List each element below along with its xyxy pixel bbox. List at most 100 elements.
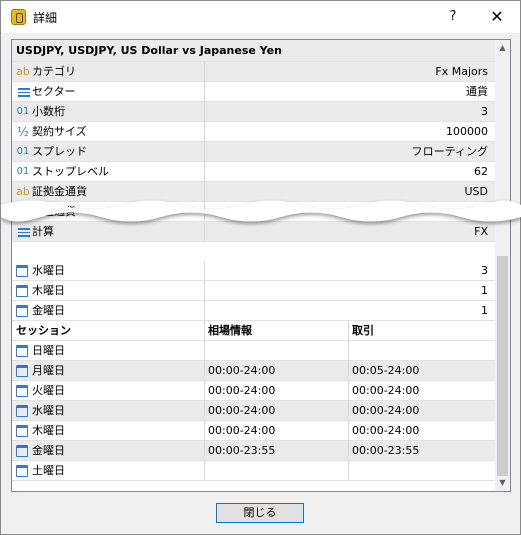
day-value: 1: [481, 284, 488, 297]
integer-icon: 01: [16, 106, 30, 117]
session-quotes: [208, 461, 348, 481]
property-row[interactable]: ab カテゴリ Fx Majors: [12, 62, 495, 82]
calendar-icon: [16, 305, 28, 317]
list-icon: [15, 222, 31, 242]
session-quotes: 00:00-24:00: [208, 404, 276, 417]
text-icon: ab: [16, 205, 30, 218]
property-label: ストップレベル: [32, 165, 109, 178]
scrollbar-thumb[interactable]: [497, 256, 508, 476]
session-header-row: セッション 相場情報 取引: [12, 321, 495, 341]
day-label: 木曜日: [32, 284, 65, 297]
session-row[interactable]: 日曜日: [12, 341, 495, 361]
session-row[interactable]: 月曜日 00:00-24:00 00:05-24:00: [12, 361, 495, 381]
quotes-header: 相場情報: [208, 324, 252, 337]
property-row[interactable]: 01 小数桁 3: [12, 102, 495, 122]
session-day: 土曜日: [32, 464, 65, 477]
property-value: 3: [481, 105, 488, 118]
integer-icon: 01: [16, 146, 30, 157]
scroll-down-icon[interactable]: ▼: [495, 475, 510, 491]
session-trade: 00:05-24:00: [352, 364, 420, 377]
session-trade: 00:00-24:00: [352, 404, 420, 417]
property-value: フローティング: [411, 145, 488, 158]
property-row[interactable]: ½ 契約サイズ 100000: [12, 122, 495, 142]
property-label: カテゴリ: [32, 65, 76, 78]
property-row[interactable]: 計算 FX: [12, 222, 495, 242]
property-value: 62: [474, 165, 488, 178]
fraction-icon: ½: [17, 125, 29, 139]
symbol-title: USDJPY, USDJPY, US Dollar vs Japanese Ye…: [16, 44, 282, 57]
session-header: セッション: [16, 324, 71, 337]
property-row[interactable]: 01 ストップレベル 62: [12, 162, 495, 182]
text-icon: ab: [16, 65, 30, 78]
session-day: 木曜日: [32, 424, 65, 437]
list-icon: [15, 82, 31, 102]
symbol-title-row: USDJPY, USDJPY, US Dollar vs Japanese Ye…: [12, 40, 495, 62]
property-row[interactable]: セクター 通貨: [12, 82, 495, 102]
session-day: 日曜日: [32, 344, 65, 357]
property-label: 計算: [32, 225, 54, 238]
close-window-button[interactable]: ✕: [475, 3, 519, 31]
session-trade: 00:00-24:00: [352, 384, 420, 397]
scroll-up-icon[interactable]: ▲: [495, 40, 510, 56]
help-button[interactable]: ?: [433, 3, 473, 31]
session-trade: 00:00-23:55: [352, 444, 420, 457]
session-quotes: 00:00-24:00: [208, 384, 276, 397]
calendar-icon: [16, 345, 28, 357]
swap-day-row[interactable]: 水曜日 3: [12, 261, 495, 281]
calendar-icon: [16, 425, 28, 437]
property-value: JPY: [471, 205, 488, 218]
property-value: Fx Majors: [435, 65, 488, 78]
property-value: USD: [464, 185, 488, 198]
trade-header: 取引: [352, 324, 374, 337]
title-bar: 詳細 ? ✕: [1, 1, 520, 33]
property-row[interactable]: ab 証拠金通貨 USD: [12, 182, 495, 202]
details-list: USDJPY, USDJPY, US Dollar vs Japanese Ye…: [11, 39, 511, 492]
swap-day-row[interactable]: 木曜日 1: [12, 281, 495, 301]
details-dialog: 詳細 ? ✕ USDJPY, USDJPY, US Dollar vs Japa…: [0, 0, 521, 535]
calendar-icon: [16, 445, 28, 457]
property-value: 100000: [446, 125, 488, 138]
property-label: スプレッド: [32, 145, 87, 158]
session-row[interactable]: 木曜日 00:00-24:00 00:00-24:00: [12, 421, 495, 441]
property-label: 契約サイズ: [32, 125, 87, 138]
day-label: 水曜日: [32, 264, 65, 277]
session-row[interactable]: 水曜日 00:00-24:00 00:00-24:00: [12, 401, 495, 421]
session-quotes: [208, 341, 348, 361]
day-value: 1: [481, 304, 488, 317]
swap-day-row[interactable]: 金曜日 1: [12, 301, 495, 321]
property-row[interactable]: 01 スプレッド フローティング: [12, 142, 495, 162]
calendar-icon: [16, 265, 28, 277]
session-quotes: 00:00-24:00: [208, 424, 276, 437]
session-trade: 00:00-24:00: [352, 424, 420, 437]
calendar-icon: [16, 385, 28, 397]
session-row[interactable]: 土曜日: [12, 461, 495, 481]
property-label: 小数桁: [32, 105, 65, 118]
session-row[interactable]: 金曜日 00:00-23:55 00:00-23:55: [12, 441, 495, 461]
session-trade: [352, 341, 492, 361]
vertical-scrollbar[interactable]: ▲ ▼: [495, 40, 510, 491]
calendar-icon: [16, 285, 28, 297]
day-value: 3: [481, 264, 488, 277]
session-day: 火曜日: [32, 384, 65, 397]
close-button[interactable]: 閉じる: [216, 503, 304, 523]
calendar-icon: [16, 465, 28, 477]
calendar-icon: [16, 365, 28, 377]
window-title: 詳細: [33, 11, 58, 25]
app-icon: [11, 9, 26, 25]
property-row[interactable]: ab 損益通貨 JPY: [12, 202, 495, 222]
session-row[interactable]: 火曜日 00:00-24:00 00:00-24:00: [12, 381, 495, 401]
session-day: 水曜日: [32, 404, 65, 417]
day-label: 金曜日: [32, 304, 65, 317]
session-day: 金曜日: [32, 444, 65, 457]
calendar-icon: [16, 405, 28, 417]
property-value: FX: [474, 225, 488, 238]
session-day: 月曜日: [32, 364, 65, 377]
property-label: 証拠金通貨: [32, 185, 87, 198]
property-value: 通貨: [466, 85, 488, 98]
session-quotes: 00:00-23:55: [208, 444, 276, 457]
property-label: 損益通貨: [32, 205, 76, 218]
integer-icon: 01: [16, 166, 30, 177]
text-icon: ab: [16, 185, 30, 198]
session-quotes: 00:00-24:00: [208, 364, 276, 377]
details-grid: USDJPY, USDJPY, US Dollar vs Japanese Ye…: [12, 40, 495, 491]
